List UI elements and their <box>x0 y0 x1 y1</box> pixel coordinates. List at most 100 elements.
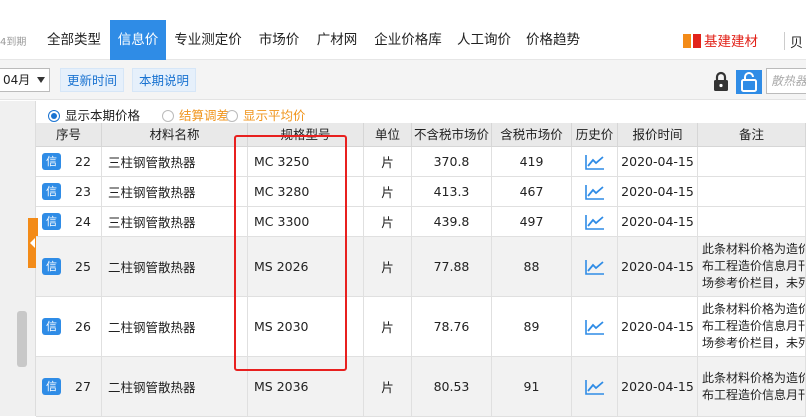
price-ex-tax-cell: 78.76 <box>412 297 492 356</box>
material-name-cell: 三柱钢管散热器 <box>102 207 248 236</box>
tab-all-types[interactable]: 全部类型 <box>40 20 108 60</box>
trend-chart-icon[interactable] <box>584 184 605 200</box>
tab-enterprise-price[interactable]: 企业价格库 <box>368 20 448 60</box>
radio-dot <box>48 110 60 122</box>
tab-guangcai[interactable]: 广材网 <box>310 20 364 60</box>
trend-chart-icon[interactable] <box>584 214 605 230</box>
info-badge[interactable]: 信 <box>42 318 61 335</box>
info-badge[interactable]: 信 <box>42 153 61 170</box>
table-row[interactable]: 信 23 三柱钢管散热器 MC 3280 片 413.3 467 2020-04-15 <box>36 177 806 207</box>
info-badge[interactable]: 信 <box>42 183 61 200</box>
radio-settlement[interactable]: 结算调差 <box>162 105 229 124</box>
table-row[interactable]: 信 26 二柱钢管散热器 MS 2030 片 78.76 89 2020-04-15 此条材料价… <box>36 297 806 357</box>
unit: 片 <box>381 260 394 275</box>
row-number-cell: 信 23 <box>36 177 102 206</box>
unit: 片 <box>381 215 394 230</box>
nav-more[interactable]: 贝 <box>790 32 803 51</box>
note-line: 此条材料价格为造价 <box>702 242 806 256</box>
unlock-icon[interactable] <box>736 70 762 94</box>
price-in-tax: 88 <box>523 259 540 274</box>
row-number: 23 <box>75 184 91 199</box>
trend-chart-icon[interactable] <box>584 259 605 275</box>
tab-price-trend[interactable]: 价格趋势 <box>520 20 586 60</box>
history-cell[interactable] <box>572 237 618 296</box>
radio-average-price[interactable]: 显示平均价 <box>226 105 306 124</box>
header-date[interactable]: 报价时间 <box>618 123 698 147</box>
unit-cell: 片 <box>364 357 412 416</box>
radio-dot <box>162 110 174 122</box>
price-ex-tax: 370.8 <box>433 154 470 169</box>
spec-cell: MS 2036 <box>248 357 364 416</box>
info-badge[interactable]: 信 <box>42 213 61 230</box>
header-unit[interactable]: 单位 <box>364 123 412 147</box>
date-cell: 2020-04-15 <box>618 297 698 356</box>
quote-date: 2020-04-15 <box>621 214 694 229</box>
price-ex-tax: 77.88 <box>433 259 470 274</box>
brand-link[interactable]: 基建建材 <box>682 30 758 54</box>
brand-label: 基建建材 <box>704 34 758 50</box>
caret-down-icon <box>37 77 45 83</box>
tab-professional-price[interactable]: 专业测定价 <box>168 20 248 60</box>
price-in-tax-cell: 497 <box>492 207 572 236</box>
price-ex-tax-cell: 77.88 <box>412 237 492 296</box>
history-cell[interactable] <box>572 297 618 356</box>
date-cell: 2020-04-15 <box>618 177 698 206</box>
material-name: 三柱钢管散热器 <box>108 155 196 170</box>
material-name-cell: 二柱钢管散热器 <box>102 357 248 416</box>
info-badge[interactable]: 信 <box>42 258 61 275</box>
table-row[interactable]: 信 25 二柱钢管散热器 MS 2026 片 77.88 88 2020-04-15 此条材料价… <box>36 237 806 297</box>
radio-label: 显示本期价格 <box>65 108 141 123</box>
radio-current-price[interactable]: 显示本期价格 <box>48 105 140 124</box>
tab-info-price[interactable]: 信息价 <box>110 20 166 60</box>
tab-manual-inquiry[interactable]: 人工询价 <box>450 20 518 60</box>
spec-model: MS 2030 <box>254 319 309 334</box>
table-row[interactable]: 信 27 二柱钢管散热器 MS 2036 片 80.53 91 2020-04-15 此条材料价… <box>36 357 806 417</box>
period-note-button[interactable]: 本期说明 <box>132 68 197 92</box>
header-price-ex-tax[interactable]: 不含税市场价 <box>412 123 492 147</box>
spec-cell: MC 3250 <box>248 147 364 176</box>
trend-chart-icon[interactable] <box>584 379 605 395</box>
material-name: 三柱钢管散热器 <box>108 185 196 200</box>
history-cell[interactable] <box>572 177 618 206</box>
note-line: 布工程造价信息月刊 <box>702 319 806 333</box>
table-row[interactable]: 信 24 三柱钢管散热器 MC 3300 片 439.8 497 2020-04-15 <box>36 207 806 237</box>
header-note[interactable]: 备注 <box>698 123 806 147</box>
header-spec[interactable]: 规格型号 <box>248 123 364 147</box>
spec-model: MC 3280 <box>254 184 310 199</box>
date-cell: 2020-04-15 <box>618 147 698 176</box>
trend-chart-icon[interactable] <box>584 319 605 335</box>
trend-chart-icon[interactable] <box>584 154 605 170</box>
history-cell[interactable] <box>572 207 618 236</box>
header-price-in-tax[interactable]: 含税市场价 <box>492 123 572 147</box>
material-name: 二柱钢管散热器 <box>108 320 196 335</box>
history-cell[interactable] <box>572 147 618 176</box>
spec-model: MC 3250 <box>254 154 310 169</box>
toolbar: 04月 更新时间 本期说明 <box>0 60 806 100</box>
history-cell[interactable] <box>572 357 618 416</box>
row-number: 22 <box>75 154 91 169</box>
tab-market-price[interactable]: 市场价 <box>252 20 306 60</box>
top-nav: 4到期 全部类型 信息价 专业测定价 市场价 广材网 企业价格库 人工询价 价格… <box>0 0 806 60</box>
header-history[interactable]: 历史价 <box>572 123 618 147</box>
note-line: 场参考价栏目，未列 <box>702 276 806 290</box>
price-in-tax-cell: 88 <box>492 237 572 296</box>
spec-cell: MS 2026 <box>248 237 364 296</box>
material-name-cell: 三柱钢管散热器 <box>102 147 248 176</box>
material-name: 二柱钢管散热器 <box>108 260 196 275</box>
material-name-cell: 二柱钢管散热器 <box>102 297 248 356</box>
price-ex-tax-cell: 80.53 <box>412 357 492 416</box>
note-cell: 此条材料价格为造价 布工程造价信息月刊 <box>698 357 806 416</box>
spec-model: MC 3300 <box>254 214 310 229</box>
update-time-button[interactable]: 更新时间 <box>60 68 125 92</box>
header-name[interactable]: 材料名称 <box>102 123 248 147</box>
info-badge[interactable]: 信 <box>42 378 61 395</box>
month-select[interactable]: 04月 <box>0 68 50 92</box>
lock-icon[interactable] <box>708 70 734 94</box>
price-ex-tax: 78.76 <box>433 319 470 334</box>
header-no[interactable]: 序号 <box>36 123 102 147</box>
table-row[interactable]: 信 22 三柱钢管散热器 MC 3250 片 370.8 419 2020-04-15 <box>36 147 806 177</box>
search-input[interactable]: 散热器 <box>766 68 806 94</box>
note-cell: 此条材料价格为造价 布工程造价信息月刊 场参考价栏目，未列 <box>698 297 806 356</box>
radio-dot <box>226 110 238 122</box>
scrollbar-thumb[interactable] <box>17 311 27 367</box>
